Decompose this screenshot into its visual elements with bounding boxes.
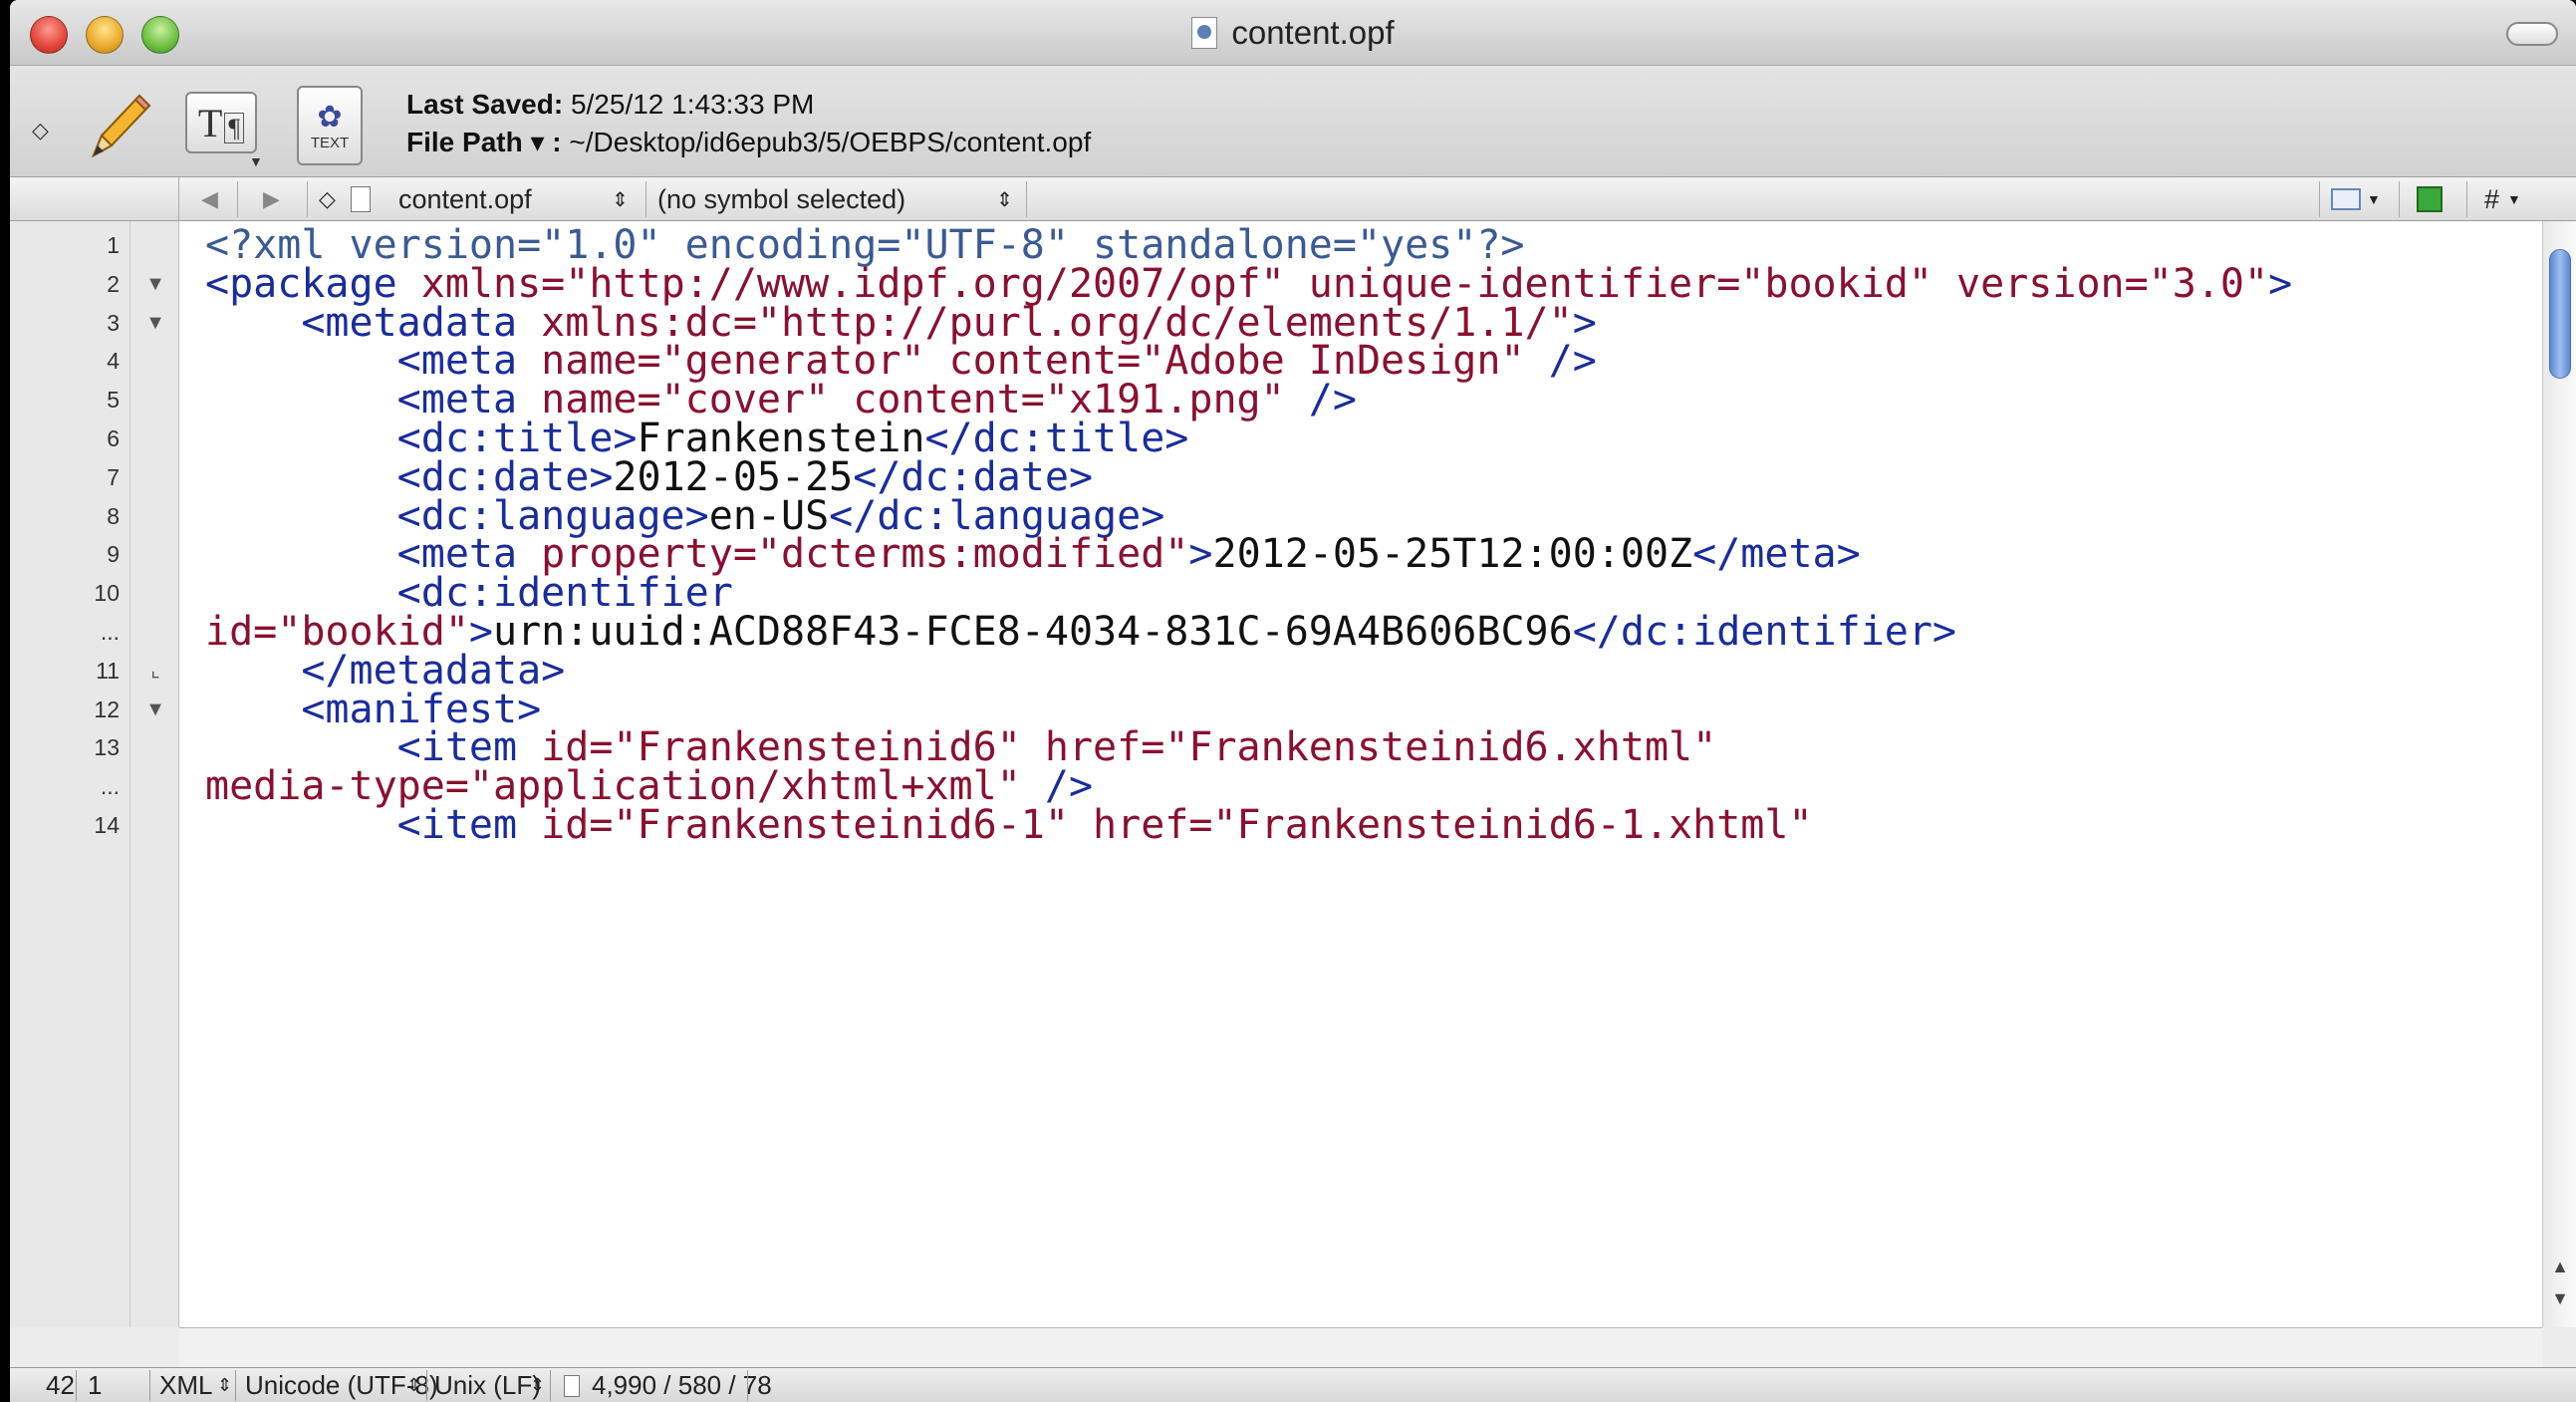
code-token-str: "Frankensteinid6-1" (613, 802, 1094, 848)
code-token-txt: 2012-05-25T12:00:00Z (1212, 531, 1693, 578)
book-icon[interactable]: ▼ (2331, 177, 2381, 221)
code-token-tag: </meta> (1692, 531, 1861, 578)
code-token-str: "Frankensteinid6-1.xhtml" (1212, 802, 1813, 848)
text-document-icon: ✿ (317, 101, 343, 134)
code-line[interactable]: <item id="Frankensteinid6-1" href="Frank… (205, 793, 1813, 857)
code-token-str: "Frankensteinid6.xhtml" (1164, 724, 1717, 771)
window-title: content.opf (1231, 14, 1395, 51)
syntax-popup-button[interactable]: XML (159, 1368, 212, 1402)
status-divider (76, 1370, 77, 1401)
updown-icon[interactable]: ⇕ (612, 177, 629, 221)
document-counts: 4,990 / 580 / 78 (592, 1370, 772, 1400)
updown-icon[interactable]: ⇕ (217, 1368, 232, 1402)
last-saved-row: Last Saved: 5/25/12 1:43:33 PM (406, 86, 1091, 124)
scroll-down-arrow-icon[interactable]: ▼ (2545, 1283, 2575, 1313)
nav-divider (307, 181, 308, 217)
horizontal-scroll-area (179, 1327, 2542, 1367)
nav-divider (2319, 181, 2320, 217)
code-token-tag: > (2268, 260, 2293, 307)
updown-icon[interactable]: ⇕ (406, 1368, 421, 1402)
scroll-up-arrow-icon[interactable]: ▲ (2545, 1252, 2575, 1281)
window-title-area: content.opf (10, 0, 2576, 66)
code-token-tag: </dc:identifier> (1572, 609, 1957, 655)
file-icon (351, 177, 371, 221)
navigation-bar: ◀ ▶ ◇ content.opf ⇕ (no symbol selected)… (10, 177, 2576, 221)
file-path-row: File Path ▾ : ~/Desktop/id6epub3/5/OEBPS… (406, 124, 1091, 161)
status-divider (149, 1370, 150, 1401)
code-token-tag: > (1188, 531, 1213, 578)
updown-icon[interactable]: ⇕ (530, 1368, 545, 1402)
chevron-down-icon[interactable]: ▼ (249, 153, 263, 169)
text-options-button[interactable]: T ¶ (185, 92, 257, 153)
status-divider (550, 1370, 551, 1401)
text-button-label: TEXT (310, 135, 350, 151)
line-number-popup-button[interactable]: # ▼ (2484, 177, 2521, 221)
scrollbar-thumb[interactable] (2549, 249, 2571, 379)
hash-icon: # (2484, 183, 2500, 214)
editor-window: content.opf ◇ T ¶ ▼ ✿ TEXT Last Saved: 5/… (10, 0, 2576, 1402)
pencil-icon[interactable] (80, 86, 159, 165)
code-token-txt: urn:uuid:ACD88F43-FCE8-4034-831C-69A4B60… (493, 609, 1573, 655)
toolbar-toggle-button[interactable] (2506, 22, 2558, 46)
code-editor[interactable]: <?xml version="1.0" encoding="UTF-8" sta… (179, 221, 2542, 1327)
nav-divider (1026, 181, 1027, 217)
code-token-attr: id= (541, 802, 614, 848)
diamond-icon[interactable]: ◇ (32, 118, 49, 143)
nav-divider (2466, 181, 2467, 217)
file-icon (564, 1368, 580, 1402)
toolbar: ◇ T ¶ ▼ ✿ TEXT Last Saved: 5/25/12 1:43:3… (10, 66, 2576, 177)
code-token-str: "3.0" (2148, 260, 2269, 307)
back-arrow-icon[interactable]: ◀ (201, 177, 218, 221)
line-endings-popup-button[interactable]: Unix (LF) (434, 1368, 541, 1402)
code-token-str: "bookid" (1740, 260, 1957, 307)
code-token-attr: version= (1956, 260, 2149, 307)
file-path-value: ~/Desktop/id6epub3/5/OEBPS/content.opf (569, 127, 1092, 157)
status-bar: 42 1 XML ⇕ Unicode (UTF-8) ⇕ Unix (LF) ⇕… (10, 1367, 2576, 1402)
code-token-attr: href= (1093, 802, 1213, 848)
code-token-tag: <item (396, 802, 542, 848)
file-popup-button[interactable]: content.opf (398, 177, 532, 221)
code-token-tag: /> (1308, 377, 1357, 423)
vertical-scrollbar[interactable]: ▲ ▼ (2542, 221, 2576, 1327)
last-saved-value: 5/25/12 1:43:33 PM (570, 89, 815, 120)
title-bar: content.opf (10, 0, 2576, 66)
line-number: 14 (94, 812, 120, 838)
column-indicator[interactable]: 1 (88, 1368, 102, 1402)
fold-column (129, 221, 179, 1327)
nav-divider (645, 181, 646, 217)
status-divider (747, 1370, 748, 1401)
document-info: Last Saved: 5/25/12 1:43:33 PM File Path… (406, 86, 1091, 161)
symbol-popup-button[interactable]: (no symbol selected) (657, 177, 905, 221)
line-indicator[interactable]: 42 (46, 1368, 75, 1402)
last-saved-label: Last Saved: (406, 89, 564, 120)
status-divider (235, 1370, 236, 1401)
file-path-label[interactable]: File Path ▾ : (406, 127, 562, 157)
status-divider (426, 1370, 427, 1401)
document-icon (1191, 17, 1218, 49)
diamond-icon[interactable]: ◇ (319, 177, 336, 221)
code-token-str: "dcterms:modified" (756, 531, 1189, 578)
nav-divider (237, 181, 238, 217)
updown-icon[interactable]: ⇕ (996, 177, 1013, 221)
code-token-tag: /> (1548, 338, 1597, 385)
document-type-button[interactable]: ✿ TEXT (297, 86, 363, 165)
text-format-icon: T ¶ (198, 100, 245, 146)
nav-divider (2399, 181, 2400, 217)
split-view-icon[interactable] (2417, 177, 2443, 221)
forward-arrow-icon[interactable]: ▶ (263, 177, 280, 221)
